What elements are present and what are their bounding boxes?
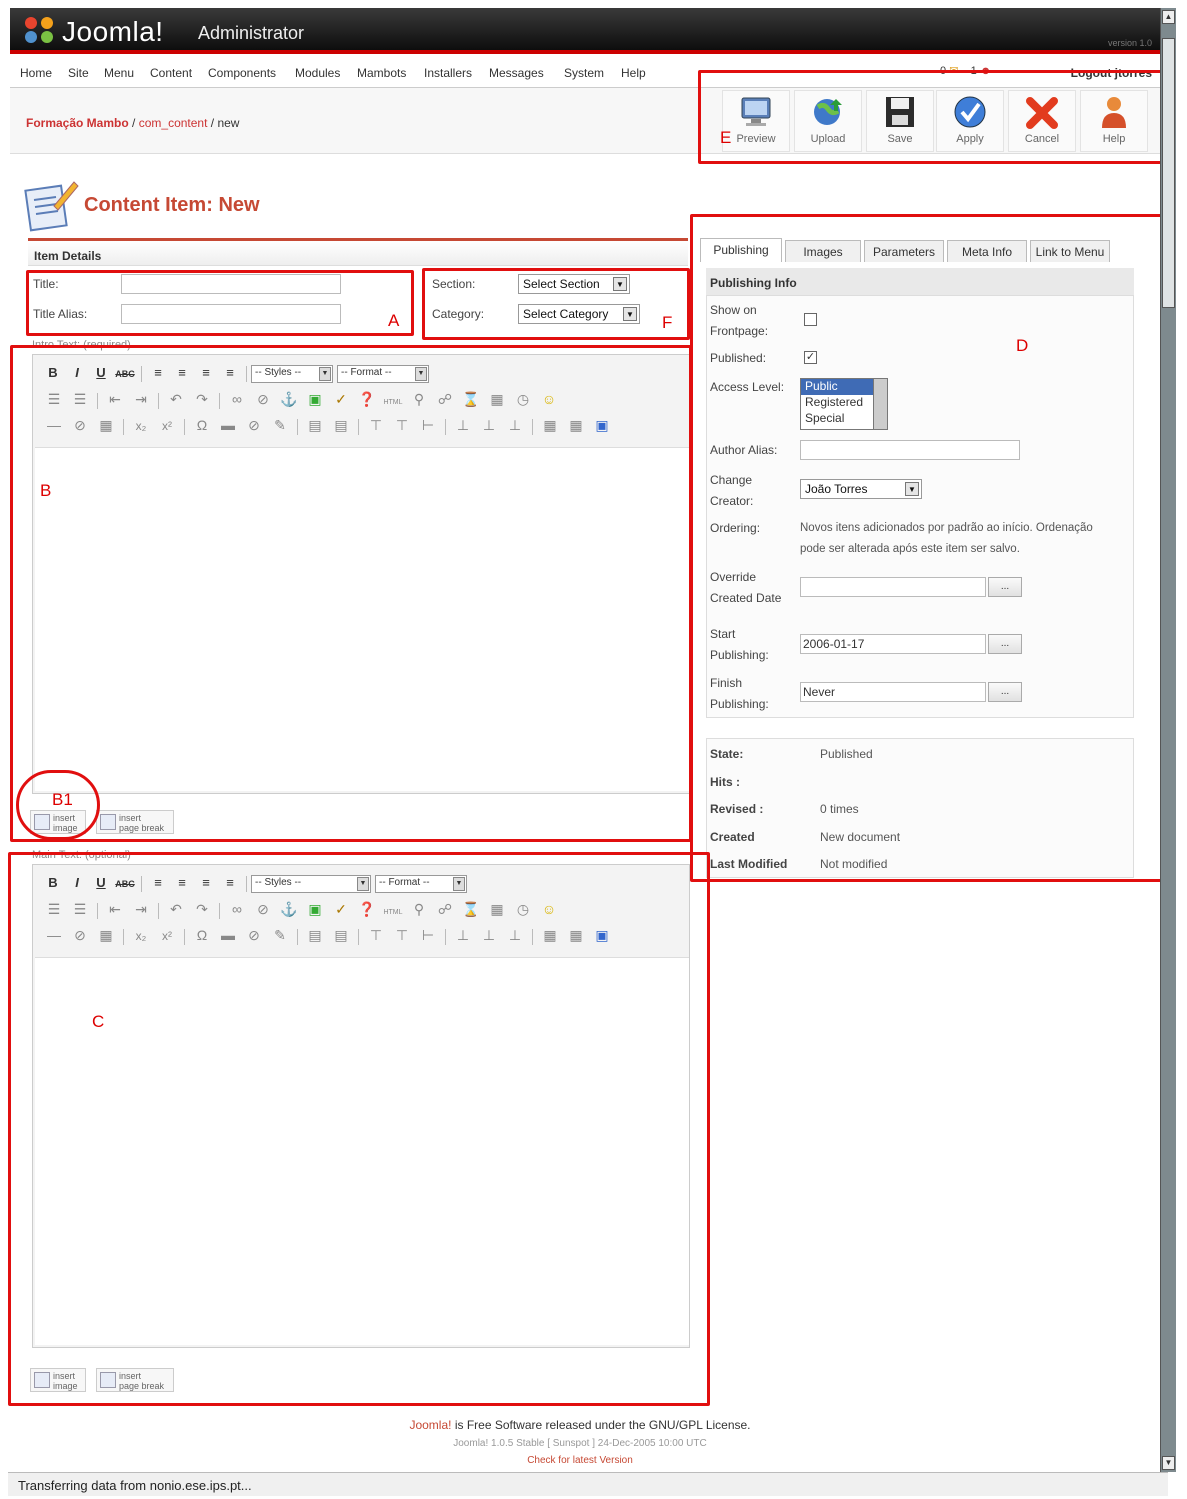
menu-components[interactable]: Components <box>208 66 276 80</box>
annotation-box-c <box>8 852 710 1406</box>
footer-version: Joomla! 1.0.5 Stable [ Sunspot ] 24-Dec-… <box>453 1438 707 1449</box>
page-scrollbar[interactable]: ▲ ▼ <box>1160 8 1176 1472</box>
annotation-box-d <box>690 214 1166 882</box>
annotation-box-b <box>10 345 692 842</box>
page-title-state: New <box>218 194 260 216</box>
scroll-up-icon[interactable]: ▲ <box>1162 10 1175 24</box>
menu-menu[interactable]: Menu <box>104 66 134 80</box>
annotation-label-f: F <box>662 313 673 332</box>
annotation-box-a <box>26 270 414 336</box>
annotation-box-f <box>422 268 690 340</box>
annotation-label-a: A <box>388 311 400 330</box>
logo-text: Joomla! <box>62 16 164 47</box>
menu-content[interactable]: Content <box>150 66 192 80</box>
scroll-thumb[interactable] <box>1162 38 1175 308</box>
joomla-logo-icon <box>25 17 53 43</box>
menu-messages[interactable]: Messages <box>489 66 544 80</box>
breadcrumb-site[interactable]: Formação Mambo <box>26 116 129 130</box>
menu-mambots[interactable]: Mambots <box>357 66 406 80</box>
annotation-label-b: B <box>40 481 52 500</box>
check-version-link[interactable]: Check for latest Version <box>0 1455 1160 1466</box>
breadcrumb-component[interactable]: com_content <box>139 116 208 130</box>
footer-license: Joomla! is Free Software released under … <box>0 1418 1160 1432</box>
breadcrumb: Formação Mambo / com_content / new <box>26 116 240 130</box>
menu-modules[interactable]: Modules <box>295 66 340 80</box>
annotation-label-c: C <box>92 1012 105 1031</box>
annotation-label-b1: B1 <box>52 790 73 809</box>
menu-help[interactable]: Help <box>621 66 646 80</box>
footer-license-text: is Free Software released under the GNU/… <box>451 1418 751 1432</box>
menu-system[interactable]: System <box>564 66 604 80</box>
browser-status-bar: Transferring data from nonio.ese.ips.pt.… <box>8 1472 1168 1496</box>
page-title-text: Content Item: <box>84 194 213 216</box>
version-label: version 1.0 <box>1107 38 1152 48</box>
menu-site[interactable]: Site <box>68 66 89 80</box>
annotation-box-e <box>698 70 1164 164</box>
menu-home[interactable]: Home <box>20 66 52 80</box>
administrator-label: Administrator <box>198 23 305 43</box>
admin-header: Joomla! Administrator version 1.0 <box>10 8 1160 54</box>
breadcrumb-page: / new <box>210 116 240 130</box>
status-text: Transferring data from nonio.ese.ips.pt.… <box>18 1478 252 1493</box>
menu-installers[interactable]: Installers <box>424 66 472 80</box>
item-details-header: Item Details <box>28 238 688 266</box>
item-details-heading: Item Details <box>34 249 102 263</box>
content-edit-icon <box>24 181 79 232</box>
page-title: Content Item: New <box>84 194 260 217</box>
scroll-down-icon[interactable]: ▼ <box>1162 1456 1175 1470</box>
footer-joomla-link[interactable]: Joomla! <box>409 1418 451 1432</box>
annotation-label-d: D <box>1016 336 1029 355</box>
annotation-label-e: E <box>720 128 732 147</box>
